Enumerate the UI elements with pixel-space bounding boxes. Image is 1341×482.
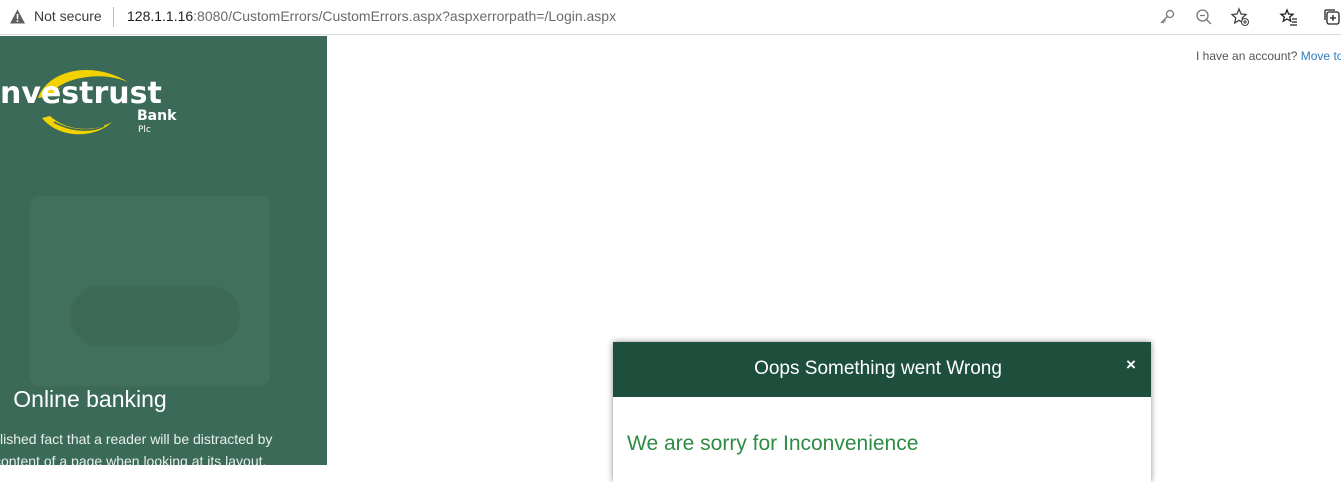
warning-icon[interactable] bbox=[9, 8, 26, 25]
brand-bank-label: Bank bbox=[137, 108, 177, 124]
move-to-login-link[interactable]: Move to login bbox=[1301, 49, 1341, 63]
account-prompt: I have an account? Move to login bbox=[1196, 49, 1341, 63]
description-line: content of a page when looking at its la… bbox=[0, 453, 267, 465]
key-icon[interactable] bbox=[1157, 7, 1177, 27]
description-line: lished fact that a reader will be distra… bbox=[0, 431, 273, 447]
sidebar-description: lished fact that a reader will be distra… bbox=[0, 428, 300, 465]
sidebar-title: Online banking bbox=[13, 386, 167, 412]
collections-icon[interactable] bbox=[1322, 7, 1341, 27]
close-icon[interactable]: × bbox=[1126, 355, 1136, 375]
sidebar-panel: nvestrust Bank Plc Online banking lished… bbox=[0, 36, 327, 465]
address-divider bbox=[113, 7, 114, 27]
modal-title: Oops Something went Wrong bbox=[754, 358, 1002, 379]
security-status-label[interactable]: Not secure bbox=[34, 8, 102, 24]
brand-name: nvestrust bbox=[0, 76, 162, 111]
url-host: 128.1.1.16 bbox=[127, 8, 194, 24]
zoom-out-icon[interactable] bbox=[1194, 7, 1214, 27]
modal-message: We are sorry for Inconvenience bbox=[627, 432, 919, 455]
error-modal: Oops Something went Wrong × We are sorry… bbox=[613, 342, 1151, 482]
browser-address-bar: Not secure 128.1.1.16:8080/CustomErrors/… bbox=[0, 0, 1341, 35]
url-field[interactable]: 128.1.1.16:8080/CustomErrors/CustomError… bbox=[127, 8, 616, 24]
background-texture bbox=[70, 286, 240, 346]
modal-header: Oops Something went Wrong × bbox=[613, 342, 1151, 397]
brand-suffix: Plc bbox=[138, 125, 151, 135]
add-favorite-icon[interactable] bbox=[1230, 7, 1250, 27]
account-prompt-text: I have an account? bbox=[1196, 49, 1298, 63]
favorites-icon[interactable] bbox=[1279, 7, 1299, 27]
url-path: :8080/CustomErrors/CustomErrors.aspx?asp… bbox=[193, 8, 617, 24]
